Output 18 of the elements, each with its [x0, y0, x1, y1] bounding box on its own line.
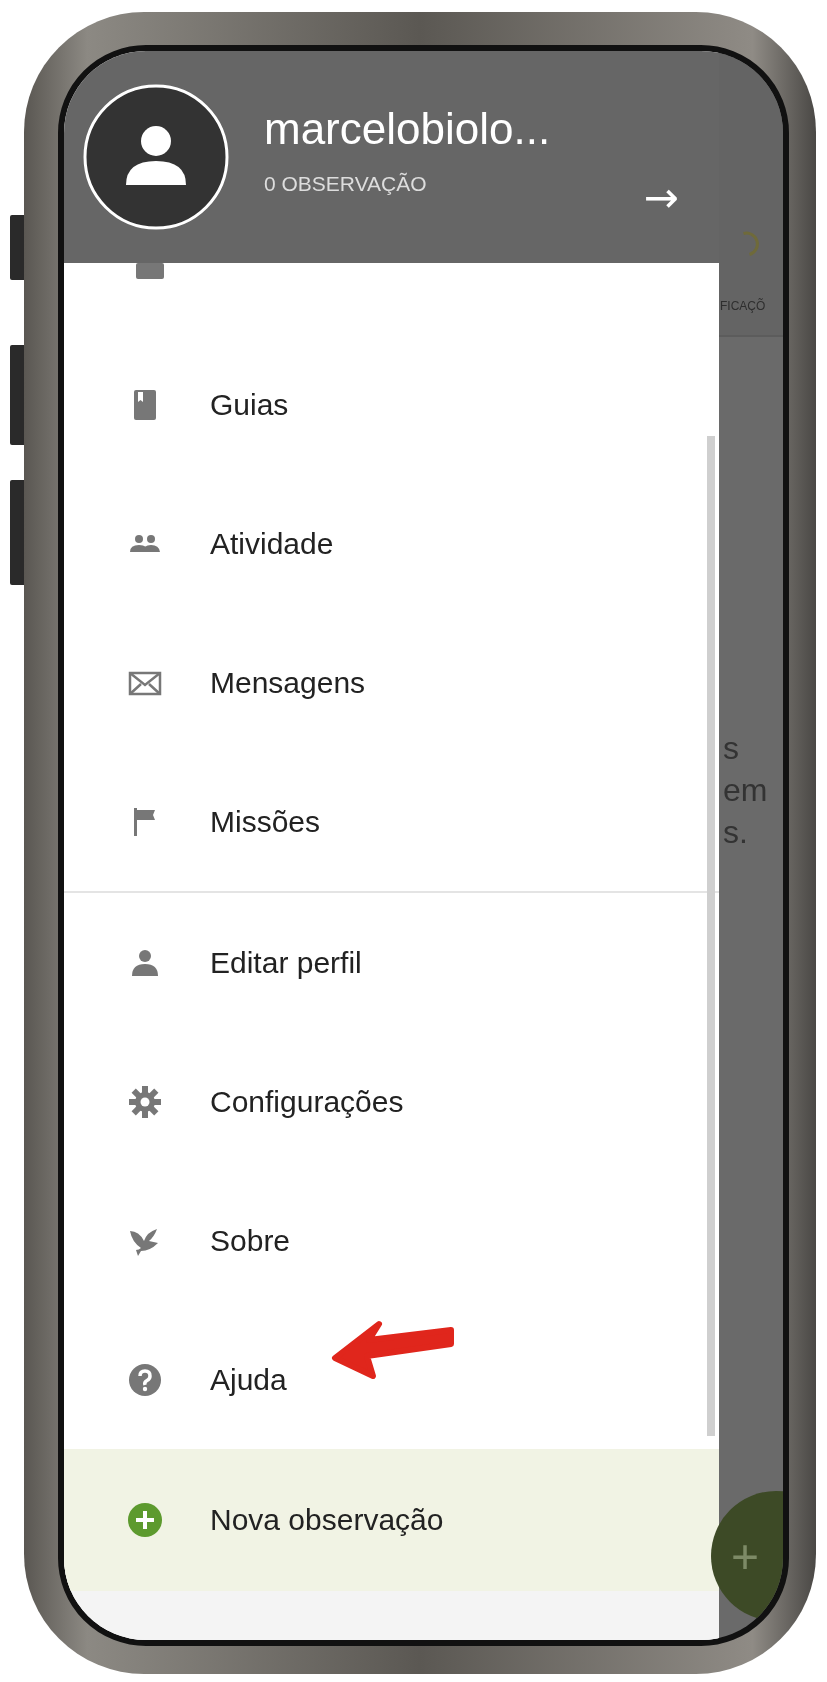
menu-item[interactable]: Guias: [64, 335, 719, 474]
menu-item[interactable]: Configurações: [64, 1032, 719, 1171]
observation-count: 0 OBSERVAÇÃO: [264, 172, 428, 196]
menu-item[interactable]: Sobre: [64, 1171, 719, 1310]
gear-icon: [127, 1083, 163, 1120]
menu-item[interactable]: Mensagens: [64, 613, 719, 752]
new-observation-item[interactable]: Nova observação: [64, 1449, 719, 1591]
profile-arrow-button[interactable]: →: [643, 172, 679, 222]
help-icon: [127, 1361, 163, 1398]
menu-item[interactable]: Atividade: [64, 474, 719, 613]
menu-item[interactable]: Editar perfil: [64, 893, 719, 1032]
avatar-icon[interactable]: [82, 83, 230, 231]
add-icon: [127, 1502, 163, 1538]
menu-item[interactable]: Ajuda: [64, 1310, 719, 1449]
scrollbar[interactable]: [707, 436, 715, 1436]
background-text: em: [723, 771, 769, 810]
user-name: marcelobiolo...: [264, 104, 551, 154]
menu-item[interactable]: Missões: [64, 752, 719, 891]
